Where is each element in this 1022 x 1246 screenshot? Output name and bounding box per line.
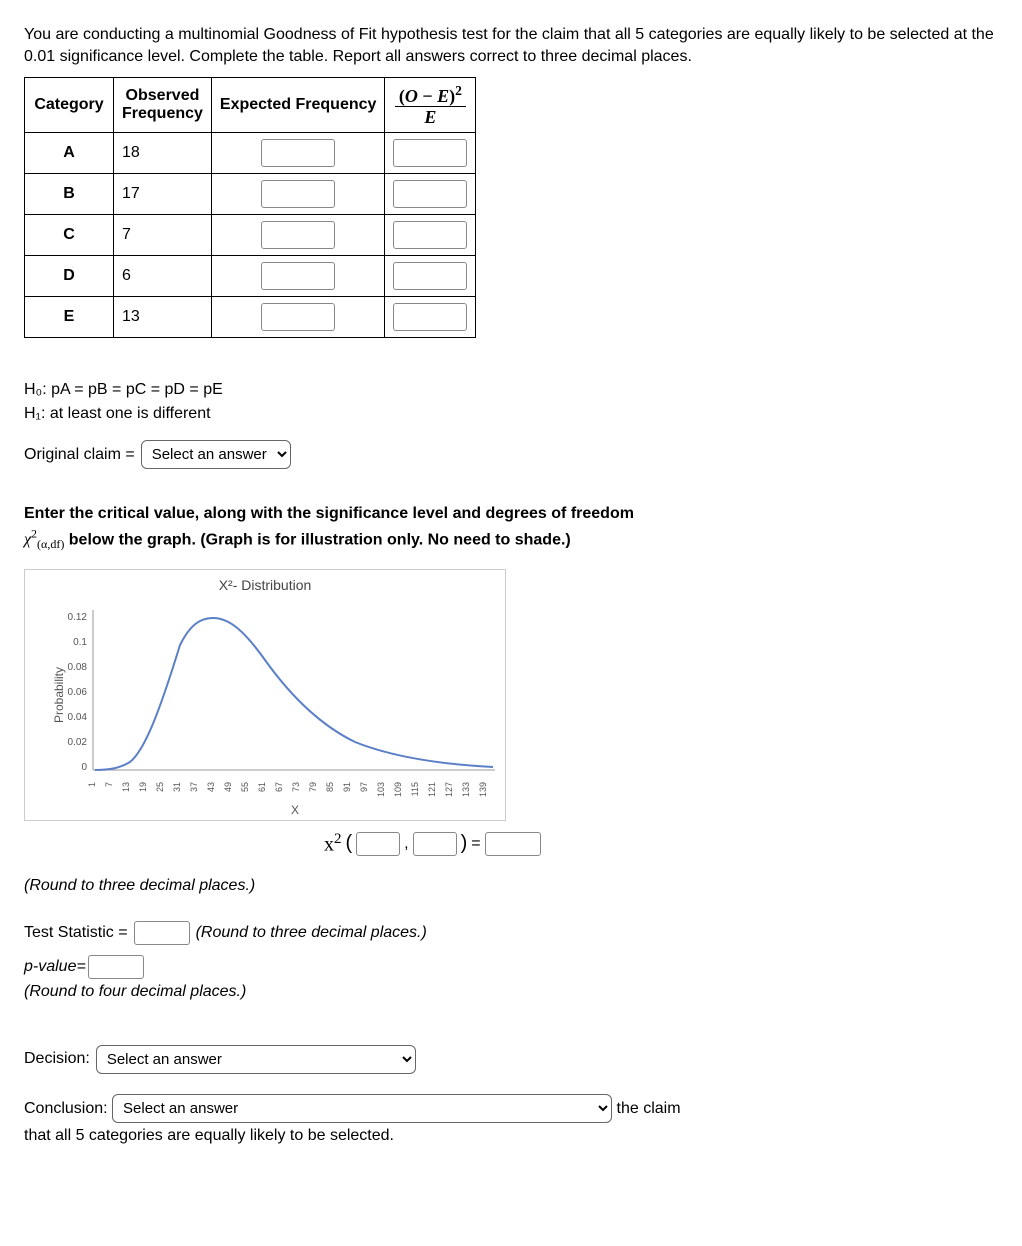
alpha-input[interactable] [356, 832, 400, 856]
observed-cell: 17 [114, 174, 212, 215]
comma: , [404, 835, 408, 853]
chi-input-a[interactable] [393, 139, 467, 167]
svg-text:97: 97 [359, 782, 369, 792]
original-claim-select[interactable]: Select an answer [141, 440, 291, 469]
svg-text:49: 49 [223, 782, 233, 792]
expected-input-b[interactable] [261, 180, 335, 208]
x-axis-label: X [291, 803, 299, 817]
chi2-distribution-chart: X²- Distribution 0 0.02 0.04 0.06 0.08 0… [24, 569, 506, 821]
category-cell: C [25, 215, 114, 256]
h1-text: H₁: at least one is different [24, 402, 998, 426]
svg-text:7: 7 [104, 782, 114, 787]
svg-text:55: 55 [240, 782, 250, 792]
chi-input-c[interactable] [393, 221, 467, 249]
decision-select[interactable]: Select an answer [96, 1045, 416, 1074]
svg-text:91: 91 [342, 782, 352, 792]
round-three-note: (Round to three decimal places.) [24, 877, 998, 895]
svg-text:85: 85 [325, 782, 335, 792]
svg-text:37: 37 [189, 782, 199, 792]
col-chi-contribution: (O − E)2 E [385, 78, 476, 133]
svg-text:0.04: 0.04 [68, 712, 88, 723]
svg-text:0: 0 [81, 762, 87, 773]
svg-text:31: 31 [172, 782, 182, 792]
decision-label: Decision: [24, 1050, 90, 1068]
expected-input-e[interactable] [261, 303, 335, 331]
pvalue-input[interactable] [88, 955, 144, 979]
svg-text:25: 25 [155, 782, 165, 792]
test-statistic-label: Test Statistic = [24, 924, 128, 942]
table-row: D 6 [25, 256, 476, 297]
paren-close: ) [461, 832, 468, 855]
chi2-curve [95, 618, 493, 770]
paren-open: ( [346, 832, 353, 855]
col-category: Category [25, 78, 114, 133]
expected-input-c[interactable] [261, 221, 335, 249]
svg-text:79: 79 [308, 782, 318, 792]
svg-text:0.02: 0.02 [68, 737, 88, 748]
svg-text:139: 139 [478, 782, 488, 797]
expected-input-a[interactable] [261, 139, 335, 167]
test-statistic-input[interactable] [134, 921, 190, 945]
observed-cell: 13 [114, 297, 212, 338]
table-row: E 13 [25, 297, 476, 338]
chi-symbol: χ2(α,df) [24, 531, 64, 548]
original-claim-label: Original claim = [24, 446, 135, 464]
observed-cell: 7 [114, 215, 212, 256]
conclusion-label: Conclusion: [24, 1100, 112, 1117]
svg-text:121: 121 [427, 782, 437, 797]
category-cell: E [25, 297, 114, 338]
svg-text:127: 127 [444, 782, 454, 797]
category-cell: D [25, 256, 114, 297]
round-four-note: (Round to four decimal places.) [24, 983, 998, 1001]
svg-text:115: 115 [410, 782, 420, 796]
col-observed: Observed Frequency [114, 78, 212, 133]
observed-cell: 6 [114, 256, 212, 297]
svg-text:19: 19 [138, 782, 148, 792]
frequency-table: Category Observed Frequency Expected Fre… [24, 77, 476, 338]
svg-text:133: 133 [461, 782, 471, 797]
svg-text:1: 1 [87, 782, 97, 787]
conclusion-line2: that all 5 categories are equally likely… [24, 1127, 394, 1144]
svg-text:103: 103 [376, 782, 386, 797]
table-row: B 17 [25, 174, 476, 215]
svg-text:43: 43 [206, 782, 216, 792]
svg-text:61: 61 [257, 782, 267, 792]
svg-text:67: 67 [274, 782, 284, 792]
category-cell: B [25, 174, 114, 215]
df-input[interactable] [413, 832, 457, 856]
conclusion-suffix: the claim [617, 1100, 681, 1117]
table-row: C 7 [25, 215, 476, 256]
svg-text:109: 109 [393, 782, 403, 797]
chi-input-e[interactable] [393, 303, 467, 331]
category-cell: A [25, 133, 114, 174]
crit-instruction-line2: below the graph. (Graph is for illustrat… [69, 531, 571, 548]
chi-input-d[interactable] [393, 262, 467, 290]
y-axis-label: Probability [52, 667, 66, 723]
equals-sign: = [471, 835, 480, 853]
h0-text: H₀: pA = pB = pC = pD = pE [24, 378, 998, 402]
svg-text:0.12: 0.12 [68, 612, 88, 623]
expected-input-d[interactable] [261, 262, 335, 290]
observed-cell: 18 [114, 133, 212, 174]
problem-intro: You are conducting a multinomial Goodnes… [24, 24, 998, 67]
table-row: A 18 [25, 133, 476, 174]
chart-title: X²- Distribution [219, 577, 312, 593]
svg-text:73: 73 [291, 782, 301, 792]
svg-text:0.08: 0.08 [68, 662, 88, 673]
conclusion-select[interactable]: Select an answer [112, 1094, 612, 1123]
svg-text:0.1: 0.1 [73, 637, 87, 648]
col-expected: Expected Frequency [211, 78, 385, 133]
crit-instruction-line1: Enter the critical value, along with the… [24, 503, 998, 525]
chi2-crit-symbol: x2 [324, 831, 342, 857]
svg-text:13: 13 [121, 782, 131, 792]
pvalue-label: p-value= [24, 958, 86, 976]
svg-text:0.06: 0.06 [68, 687, 88, 698]
round-three-inline: (Round to three decimal places.) [196, 924, 427, 942]
chi-input-b[interactable] [393, 180, 467, 208]
critical-value-input[interactable] [485, 832, 541, 856]
